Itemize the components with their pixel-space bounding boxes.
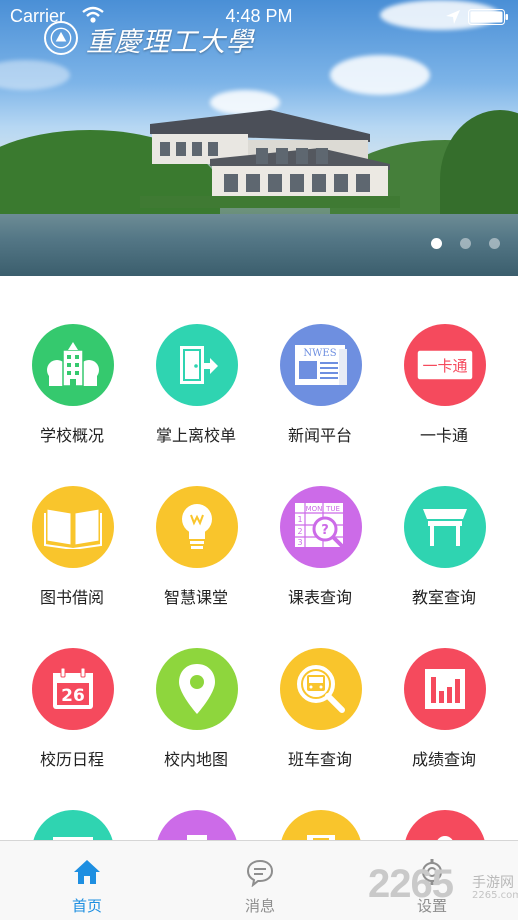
timetable-row-1: 1 — [297, 515, 302, 524]
lightbulb-icon — [156, 486, 238, 568]
grid-item-label: 智慧课堂 — [163, 588, 228, 607]
grid-item-vote[interactable] — [258, 810, 382, 840]
status-time: 4:48 PM — [225, 6, 293, 26]
tab-label: 消息 — [244, 897, 275, 915]
function-grid: 学校概况 掌上离校单 NWES 新闻平台 一卡通 一卡通 图书借阅 智慧课堂 M… — [0, 276, 518, 840]
card-icon: 一卡通 — [404, 324, 486, 406]
timetable-col-tue: TUE — [325, 505, 340, 513]
grid-item-label: 教室查询 — [411, 588, 476, 607]
status-bar: Carrier 4:48 PM — [0, 0, 518, 34]
calendar-badge-text: 26 — [61, 686, 85, 706]
grid-item-timetable[interactable]: MON TUE 1 2 3 ? 课表查询 — [258, 486, 382, 636]
carousel-pagination[interactable] — [431, 238, 500, 249]
grid-item-campus-map[interactable]: 校内地图 — [134, 648, 258, 798]
grid-item-personal[interactable] — [382, 810, 506, 840]
grid-item-label: 课表查询 — [287, 588, 352, 607]
grid-item-library[interactable]: 图书借阅 — [10, 486, 134, 636]
camera-icon — [156, 810, 238, 840]
grid-item-news-platform[interactable]: NWES 新闻平台 — [258, 324, 382, 474]
id-card-icon — [32, 810, 114, 840]
bus-search-icon — [280, 648, 362, 730]
watermark-site: 2265.com — [472, 890, 518, 901]
svg-text:?: ? — [321, 523, 329, 538]
campus-building — [140, 110, 400, 208]
bar-chart-icon — [404, 648, 486, 730]
school-building-icon — [32, 324, 114, 406]
vote-box-icon — [280, 810, 362, 840]
door-exit-icon — [156, 324, 238, 406]
grid-item-label: 学校概况 — [39, 426, 104, 445]
grid-item-label: 图书借阅 — [39, 588, 104, 607]
calendar-icon: 26 — [32, 648, 114, 730]
timetable-row-3: 3 — [297, 538, 302, 547]
timetable-icon: MON TUE 1 2 3 ? — [280, 486, 362, 568]
home-icon — [74, 860, 100, 884]
school-name: 重慶理工大學 — [86, 27, 254, 58]
pagination-dot-2[interactable] — [460, 238, 471, 249]
grid-item-label: 新闻平台 — [287, 426, 352, 445]
grid-item-campus-card[interactable]: 一卡通 一卡通 — [382, 324, 506, 474]
banner-carousel[interactable]: Carrier 4:48 PM 重慶理工大學 — [0, 0, 518, 276]
grid-item-shuttle-bus[interactable]: 班车查询 — [258, 648, 382, 798]
grid-item-label: 班车查询 — [287, 750, 352, 769]
grid-item-camera[interactable] — [134, 810, 258, 840]
school-logo-icon — [44, 21, 78, 55]
watermark-number: 2265 — [368, 862, 454, 906]
grid-item-grades[interactable]: 成绩查询 — [382, 648, 506, 798]
grid-item-school-overview[interactable]: 学校概况 — [10, 324, 134, 474]
grid-item-label: 一卡通 — [419, 426, 468, 445]
person-icon — [404, 810, 486, 840]
site-watermark: 2265 手游网 2265.com — [368, 862, 518, 920]
watermark-suffix: 手游网 — [472, 875, 514, 891]
map-pin-icon — [156, 648, 238, 730]
grid-item-smart-classroom[interactable]: 智慧课堂 — [134, 486, 258, 636]
battery-icon — [468, 9, 508, 25]
grid-item-classroom-query[interactable]: 教室查询 — [382, 486, 506, 636]
location-arrow-icon — [446, 10, 460, 24]
tab-label: 首页 — [71, 897, 102, 915]
card-badge-text: 一卡通 — [422, 357, 467, 375]
grid-item-label: 校内地图 — [163, 750, 228, 769]
grid-item-label: 掌上离校单 — [155, 426, 236, 445]
grid-item-leave-school-form[interactable]: 掌上离校单 — [134, 324, 258, 474]
news-badge-text: NWES — [303, 348, 336, 359]
grid-item-label: 校历日程 — [39, 750, 104, 769]
timetable-col-mon: MON — [306, 505, 323, 513]
pagination-dot-3[interactable] — [489, 238, 500, 249]
newspaper-icon: NWES — [280, 324, 362, 406]
classroom-desk-icon — [404, 486, 486, 568]
pagination-dot-1[interactable] — [431, 238, 442, 249]
grid-item-school-calendar[interactable]: 26 校历日程 — [10, 648, 134, 798]
chat-bubble-icon — [246, 859, 274, 887]
open-book-icon — [32, 486, 114, 568]
grid-item-label: 成绩查询 — [411, 750, 476, 769]
timetable-row-2: 2 — [297, 527, 302, 536]
grid-item-id-card[interactable] — [10, 810, 134, 840]
tab-home[interactable]: 首页 — [27, 841, 147, 921]
tab-messages[interactable]: 消息 — [200, 841, 320, 921]
